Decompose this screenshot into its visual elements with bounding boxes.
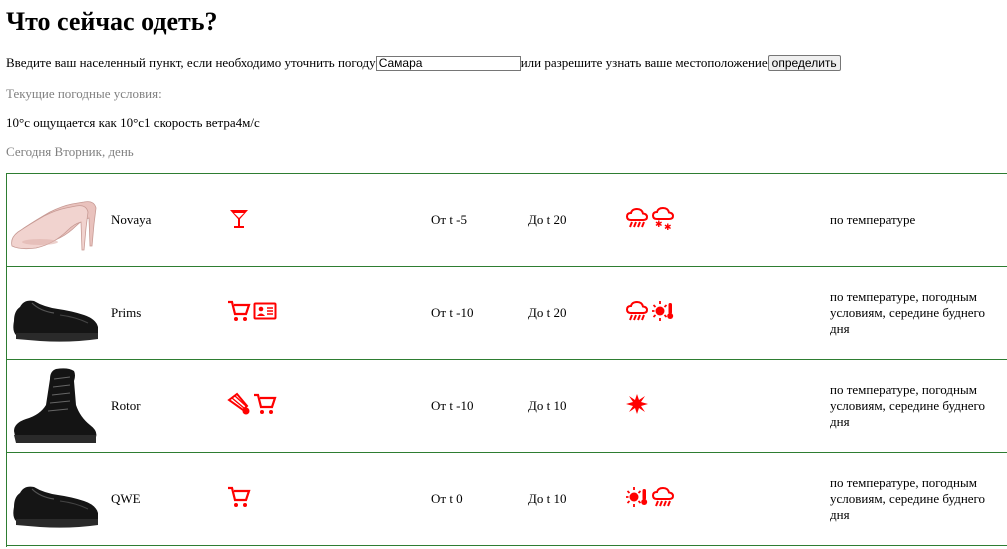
purpose-icons <box>227 299 277 323</box>
purpose-icons <box>227 485 251 509</box>
svg-text:✱: ✱ <box>655 220 663 230</box>
sun-thermometer-icon <box>626 487 648 507</box>
reason-text: по температуре, погодным условиям, серед… <box>830 382 986 429</box>
purpose-icons <box>227 392 277 416</box>
current-weather-text: 10°с ощущается как 10°с1 скорость ветра4… <box>6 115 260 130</box>
rain-cloud-icon <box>625 300 649 321</box>
temp-to: До t 10 <box>528 491 567 506</box>
table-row[interactable]: Prims От t -10 До t 20 по температуре, п… <box>7 267 1007 360</box>
black-boot-image <box>14 368 97 443</box>
splash-icon <box>626 394 648 414</box>
location-prompt: или разрешите узнать ваше местоположение <box>520 55 768 70</box>
shopping-cart-icon <box>254 393 277 414</box>
table-row[interactable]: QWE От t 0 До t 10 по температуре, погод… <box>7 453 1007 546</box>
black-shoe-image <box>13 300 98 342</box>
snow-cloud-icon: ✱ ✱ <box>651 206 675 230</box>
item-name: Rotor <box>111 398 141 413</box>
temp-from: От t 0 <box>431 491 463 506</box>
shuttlecock-icon <box>227 392 250 415</box>
black-shoe-image <box>13 486 98 528</box>
current-weather-label: Текущие погодные условия: <box>6 86 162 101</box>
page-title: Что сейчас одеть? <box>6 7 218 36</box>
temp-to: До t 20 <box>528 212 567 227</box>
id-card-icon <box>253 302 277 320</box>
temp-to: До t 10 <box>528 398 567 413</box>
rain-cloud-icon <box>625 207 649 228</box>
item-name: Novaya <box>111 212 152 227</box>
reason-text: по температуре, погодным условиям, серед… <box>830 289 986 336</box>
weather-icons: ✱ ✱ <box>625 206 675 230</box>
table-row[interactable]: Novaya От t -5 До t 20 ✱ ✱ по температур… <box>7 174 1007 267</box>
city-prompt: Введите ваш населенный пункт, если необх… <box>6 55 376 70</box>
city-input[interactable] <box>375 55 521 71</box>
weather-icons <box>625 392 649 416</box>
clothes-table: Novaya От t -5 До t 20 ✱ ✱ по температур… <box>6 173 1007 547</box>
temp-to: До t 20 <box>528 305 567 320</box>
reason-text: по температуре, погодным условиям, серед… <box>830 475 986 522</box>
today-label: Сегодня Вторник, день <box>6 144 134 159</box>
reason-text: по температуре <box>830 212 916 227</box>
rain-cloud-icon <box>651 486 675 507</box>
item-name: QWE <box>111 491 141 506</box>
shopping-cart-icon <box>228 300 251 321</box>
item-name: Prims <box>111 305 142 320</box>
shopping-cart-icon <box>228 486 251 507</box>
detect-location-button[interactable]: определить <box>767 55 841 71</box>
svg-text:✱: ✱ <box>664 223 672 230</box>
pink-pumps-image <box>11 201 97 251</box>
sun-thermometer-icon <box>652 301 674 321</box>
purpose-icons <box>227 206 251 230</box>
weather-icons <box>625 485 675 509</box>
cocktail-icon <box>230 210 248 228</box>
temp-from: От t -10 <box>431 398 474 413</box>
temp-from: От t -5 <box>431 212 468 227</box>
table-row[interactable]: Rotor От t -10 До t 10 по температуре, п… <box>7 360 1007 453</box>
city-row: Введите ваш населенный пункт, если необх… <box>6 54 841 72</box>
temp-from: От t -10 <box>431 305 474 320</box>
weather-icons <box>625 299 675 323</box>
